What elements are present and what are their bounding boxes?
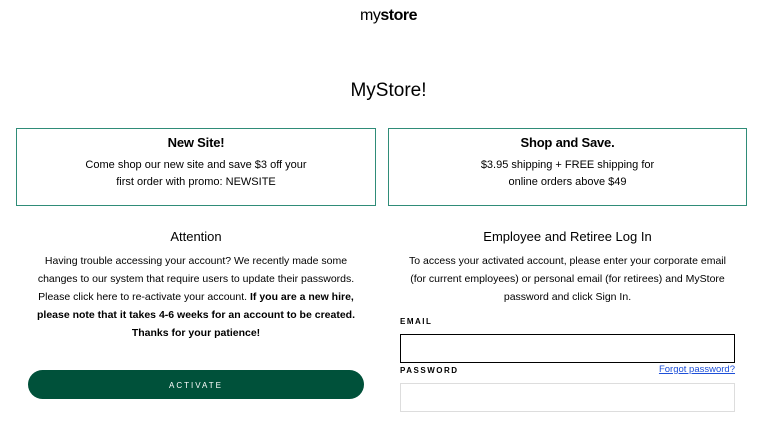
promo-box-shop-and-save: Shop and Save. $3.95 shipping + FREE shi… <box>388 128 747 206</box>
password-input[interactable] <box>400 383 735 412</box>
promo-line: $3.95 shipping + FREE shipping for <box>480 159 655 171</box>
promo-body: $3.95 shipping + FREE shipping for onlin… <box>389 157 746 191</box>
attention-heading: Attention <box>170 229 222 244</box>
store-logo[interactable]: mystore <box>0 7 777 25</box>
login-heading: Employee and Retiree Log In <box>483 229 652 244</box>
promo-title: New Site! <box>167 135 225 150</box>
login-section: Employee and Retiree Log In To access yo… <box>400 229 735 306</box>
email-label: EMAIL <box>400 317 433 326</box>
login-description: To access your activated account, please… <box>409 255 726 303</box>
promo-title: Shop and Save. <box>520 135 615 150</box>
logo-my-text: my <box>360 7 381 24</box>
email-input[interactable] <box>400 334 735 363</box>
promo-line: online orders above $49 <box>508 176 627 188</box>
activate-button[interactable]: ACTIVATE <box>28 370 364 399</box>
promo-body: Come shop our new site and save $3 off y… <box>17 157 375 191</box>
page-title: MyStore! <box>350 80 427 101</box>
promo-box-new-site: New Site! Come shop our new site and sav… <box>16 128 376 206</box>
attention-section: Attention Having trouble accessing your … <box>28 229 364 342</box>
logo-store-text: store <box>380 7 417 24</box>
forgot-password-link[interactable]: Forgot password? <box>659 364 735 375</box>
page: mystore MyStore! New Site! Come shop our… <box>0 0 777 423</box>
attention-text: Having trouble accessing your account? W… <box>28 252 364 342</box>
promo-line: first order with promo: NEWSITE <box>116 176 276 188</box>
password-label: PASSWORD <box>400 366 459 375</box>
promo-line: Come shop our new site and save $3 off y… <box>85 159 307 171</box>
